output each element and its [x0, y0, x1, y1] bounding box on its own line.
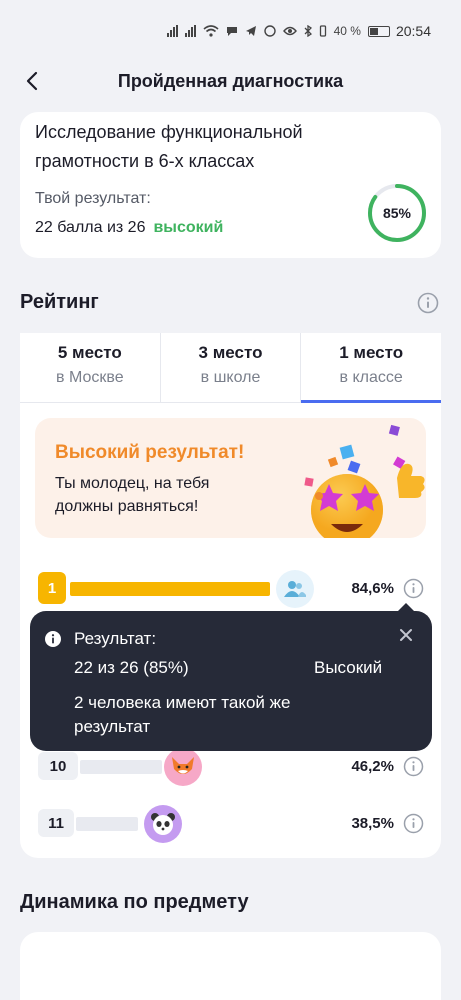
tooltip-level: Высокий [314, 658, 383, 677]
tab-class[interactable]: 1 место в классе [301, 333, 441, 403]
back-button[interactable] [22, 70, 44, 92]
rank-info-icon[interactable] [403, 813, 424, 834]
rank-info-icon[interactable] [403, 578, 424, 599]
result-card[interactable]: Исследование функциональной грамотности … [20, 112, 441, 258]
dynamics-card [20, 932, 441, 1000]
banner-text: Ты молодец, на тебя должны равняться! [55, 475, 210, 515]
telegram-icon [245, 26, 256, 36]
rank-badge: 10 [38, 752, 78, 780]
tab-place: 1 место [339, 343, 404, 362]
rating-tabs: 5 место в Москве 3 место в школе 1 место… [20, 333, 441, 403]
rank-row[interactable]: 11 38,5% [38, 805, 424, 843]
eye-icon [282, 26, 297, 36]
diagnostic-title: Исследование функциональной грамотности … [35, 122, 303, 171]
top-app-bar: Пройденная диагностика [0, 62, 461, 100]
banner-title: Высокий результат! [55, 442, 245, 463]
tab-scope: в Москве [56, 369, 124, 386]
wifi-icon [203, 25, 219, 37]
result-label: Твой результат: [35, 190, 151, 207]
panda-avatar [144, 805, 182, 843]
bluetooth-icon [304, 25, 312, 37]
tooltip-score: 22 из 26 (85%) [74, 658, 189, 677]
rank-row[interactable]: 10 46,2% [38, 748, 424, 786]
tab-moscow[interactable]: 5 место в Москве [20, 333, 161, 402]
rank-row[interactable]: 1 84,6% [38, 570, 424, 608]
page-title: Пройденная диагностика [117, 70, 344, 91]
rank-percent: 46,2% [351, 758, 394, 775]
star-eyes-emoji-illustration [304, 424, 425, 538]
high-result-banner: Высокий результат! Ты молодец, на тебя д… [35, 418, 426, 538]
battery-icon [367, 25, 390, 37]
chat-icon [226, 27, 237, 36]
tooltip-title: Результат: [74, 629, 157, 648]
whatsapp-icon [263, 25, 276, 37]
rating-card: 5 место в Москве 3 место в школе 1 место… [20, 333, 441, 858]
result-score: 22 балла из 26 [35, 219, 146, 236]
tab-place: 5 место [57, 343, 122, 362]
rank-info-icon[interactable] [403, 756, 424, 777]
rank-percent: 38,5% [351, 815, 394, 832]
fox-avatar [164, 748, 202, 786]
signal-2-icon [184, 25, 196, 37]
rank-badge: 1 [38, 572, 66, 604]
tab-scope: в классе [339, 369, 403, 386]
tab-school[interactable]: 3 место в школе [161, 333, 302, 402]
rank-badge: 11 [38, 809, 74, 837]
info-icon [45, 631, 61, 647]
rank-bar [80, 760, 162, 774]
rating-info-icon[interactable] [417, 292, 439, 314]
status-time: 20:54 [395, 23, 431, 39]
rank-percent: 84,6% [351, 580, 394, 597]
tooltip-note: 2 человека имеют такой же результат [74, 693, 291, 736]
rank-bar [76, 817, 138, 831]
tab-scope: в школе [200, 369, 261, 386]
status-bar: 40 % 20:54 [0, 0, 461, 62]
result-tooltip: Результат: 22 из 26 (85%) Высокий 2 чело… [30, 611, 432, 751]
dynamics-heading: Динамика по предмету [20, 891, 249, 913]
users-icon [276, 570, 314, 608]
result-score-line: 22 балла из 26 высокий [35, 219, 223, 237]
vibrate-icon [319, 25, 326, 37]
result-percent: 85% [382, 205, 412, 221]
rating-heading: Рейтинг [20, 291, 99, 313]
status-icons: 40 % [166, 24, 390, 38]
signal-icon [166, 25, 178, 37]
rank-bar [70, 582, 270, 596]
tab-place: 3 место [198, 343, 263, 362]
result-level: высокий [153, 219, 224, 236]
battery-percent: 40 % [333, 24, 361, 38]
close-icon[interactable] [399, 628, 413, 642]
